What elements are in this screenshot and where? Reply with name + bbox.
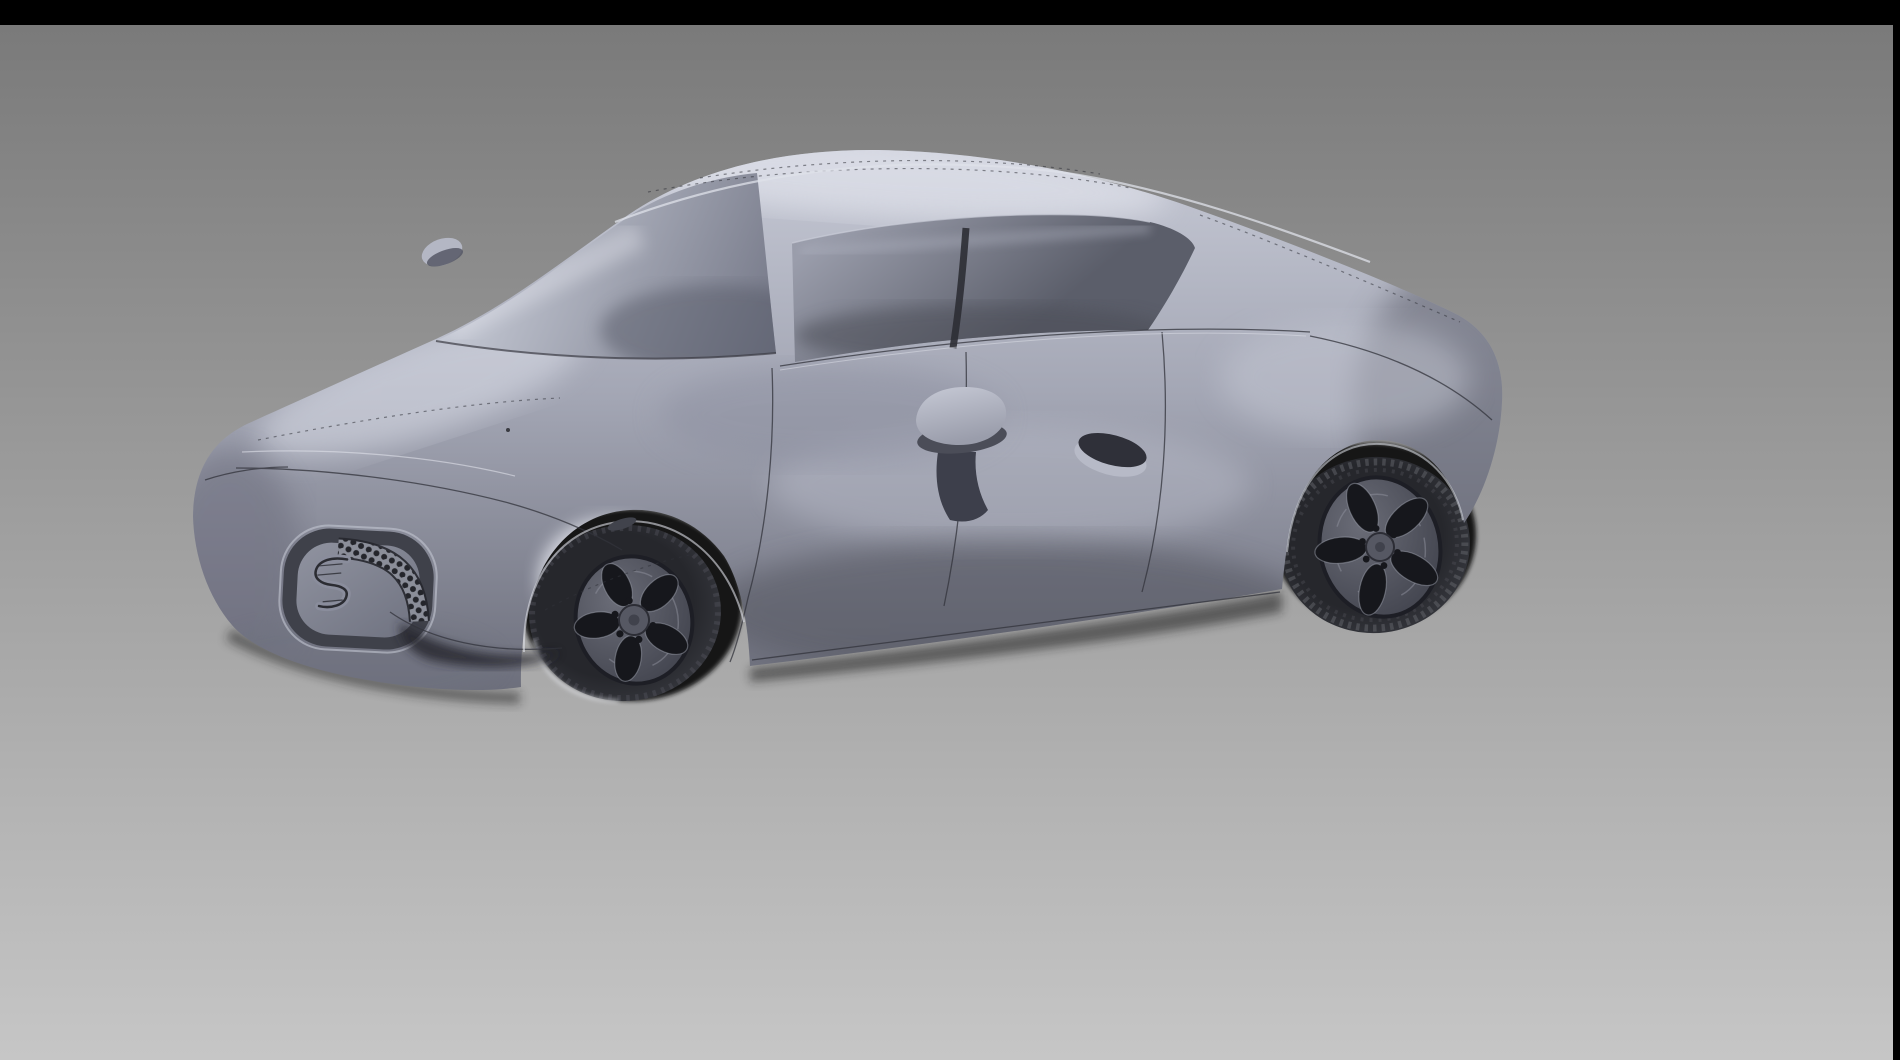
viewport-3d[interactable] <box>0 0 1900 1060</box>
letterbox-top-bar <box>0 0 1900 25</box>
surface-point-marker <box>506 428 510 432</box>
app-window <box>0 0 1900 1060</box>
letterbox-right-bar <box>1893 0 1900 1060</box>
